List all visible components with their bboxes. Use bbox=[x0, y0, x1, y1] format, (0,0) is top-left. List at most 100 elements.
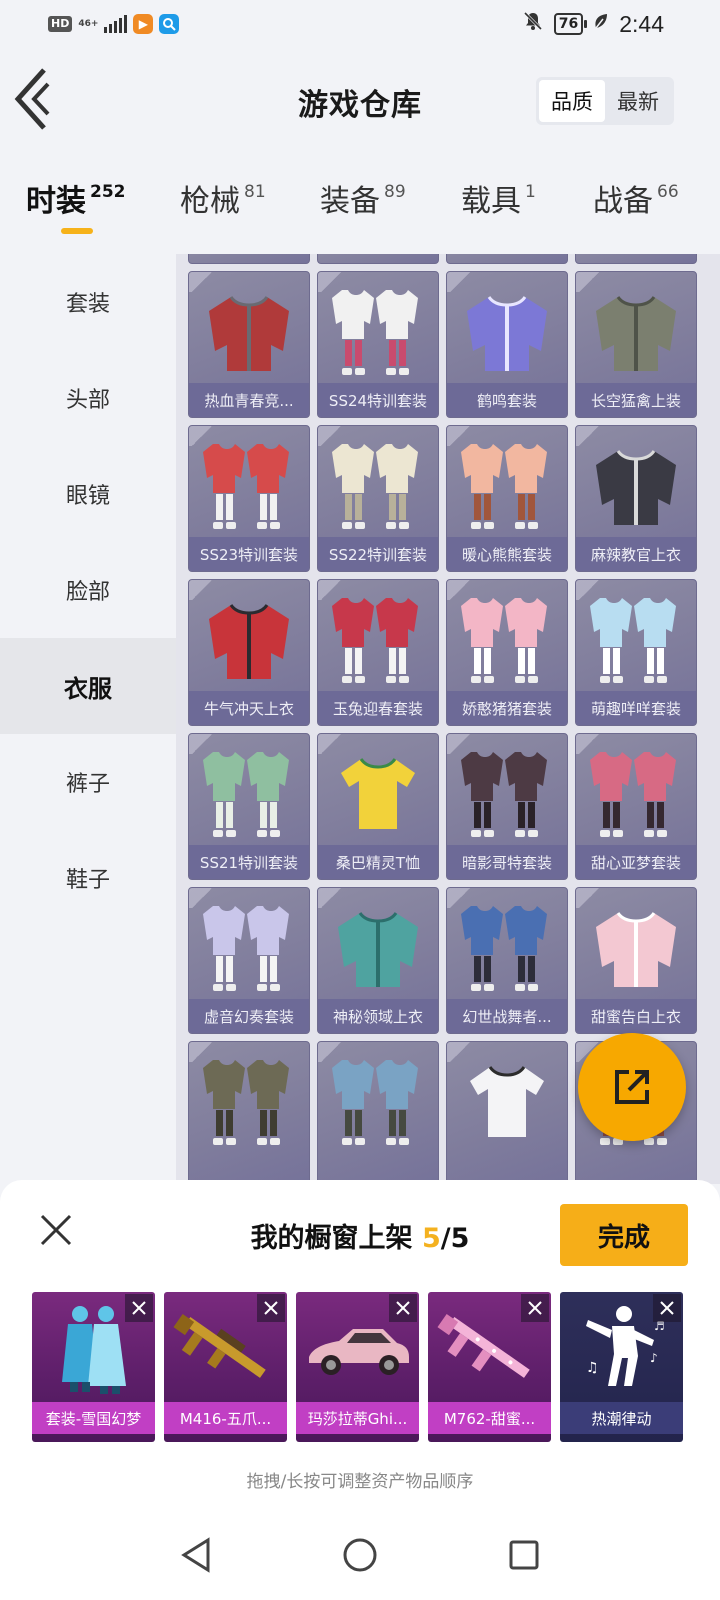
side-item-head[interactable]: 头部 bbox=[0, 350, 176, 446]
item-name: 幻世战舞者... bbox=[447, 999, 567, 1033]
clothing-image bbox=[576, 894, 696, 1002]
item-card-partial[interactable] bbox=[317, 254, 439, 264]
tab-guns[interactable]: 枪械 81 bbox=[180, 182, 266, 222]
showcase-item[interactable]: 套装-雪国幻梦 bbox=[32, 1292, 155, 1442]
clothing-image bbox=[447, 432, 567, 540]
clothing-image bbox=[189, 432, 309, 540]
clothing-image bbox=[447, 1048, 567, 1156]
item-card[interactable]: 暗影哥特套装 bbox=[446, 733, 568, 880]
item-card[interactable]: SS24特训套装 bbox=[317, 271, 439, 418]
item-name: 萌趣咩咩套装 bbox=[576, 691, 696, 725]
share-icon bbox=[615, 1070, 649, 1104]
item-name: SS23特训套装 bbox=[189, 537, 309, 571]
tab-count: 66 bbox=[657, 182, 679, 202]
share-button[interactable] bbox=[578, 1033, 686, 1141]
battery-indicator: 76 bbox=[553, 13, 588, 35]
side-item-glasses[interactable]: 眼镜 bbox=[0, 446, 176, 542]
showcase-item[interactable]: M416-五爪... bbox=[164, 1292, 287, 1442]
tab-supplies[interactable]: 战备 66 bbox=[593, 182, 679, 222]
item-card[interactable]: 甜心亚梦套装 bbox=[575, 733, 697, 880]
clothing-image bbox=[318, 432, 438, 540]
item-card[interactable]: 神秘领域上衣 bbox=[317, 887, 439, 1034]
close-icon bbox=[396, 1301, 410, 1315]
clothing-image bbox=[318, 1048, 438, 1156]
network-type: 46+ bbox=[78, 19, 99, 29]
item-card[interactable]: 娇憨猪猪套装 bbox=[446, 579, 568, 726]
item-card[interactable]: 幻世战舞者... bbox=[446, 887, 568, 1034]
item-card[interactable]: 热血青春竞... bbox=[188, 271, 310, 418]
item-card[interactable]: 麻辣教官上衣 bbox=[575, 425, 697, 572]
item-card[interactable] bbox=[446, 1041, 568, 1184]
showcase-item-label: M416-五爪... bbox=[164, 1402, 287, 1434]
clothing-image bbox=[447, 894, 567, 1002]
side-item-face[interactable]: 脸部 bbox=[0, 542, 176, 638]
item-card[interactable]: 桑巴精灵T恤 bbox=[317, 733, 439, 880]
panel-title-text: 我的橱窗上架 bbox=[250, 1223, 413, 1254]
item-card[interactable]: 牛气冲天上衣 bbox=[188, 579, 310, 726]
item-name: SS21特训套装 bbox=[189, 845, 309, 879]
status-right: 76 2:44 bbox=[522, 10, 664, 38]
clothing-image bbox=[189, 740, 309, 848]
side-item-suit[interactable]: 套装 bbox=[0, 254, 176, 350]
tab-count: 89 bbox=[384, 182, 406, 202]
showcase-item[interactable]: ♫ ♪ ♬ 热潮律动 bbox=[560, 1292, 683, 1442]
clothing-image bbox=[576, 278, 696, 386]
side-item-clothes[interactable]: 衣服 bbox=[0, 638, 176, 734]
item-card-partial[interactable] bbox=[188, 254, 310, 264]
showcase-item[interactable]: 玛莎拉蒂Ghi... bbox=[296, 1292, 419, 1442]
remove-item-button[interactable] bbox=[653, 1294, 681, 1322]
tab-count: 81 bbox=[244, 182, 266, 202]
tab-label: 载具 bbox=[461, 184, 521, 219]
side-item-pants[interactable]: 裤子 bbox=[0, 734, 176, 830]
done-button[interactable]: 完成 bbox=[560, 1204, 688, 1266]
item-card-partial[interactable] bbox=[575, 254, 697, 264]
side-item-shoes[interactable]: 鞋子 bbox=[0, 830, 176, 926]
item-name: 神秘领域上衣 bbox=[318, 999, 438, 1033]
item-card[interactable]: 暖心熊熊套装 bbox=[446, 425, 568, 572]
remove-item-button[interactable] bbox=[389, 1294, 417, 1322]
clothing-image bbox=[189, 278, 309, 386]
item-card-partial[interactable] bbox=[446, 254, 568, 264]
remove-item-button[interactable] bbox=[125, 1294, 153, 1322]
showcase-panel: 我的橱窗上架 5/5 完成 套装-雪国幻梦 M416-五爪... 玛莎拉蒂Ghi… bbox=[0, 1180, 720, 1510]
sort-quality-button[interactable]: 品质 bbox=[539, 80, 605, 122]
item-card[interactable] bbox=[188, 1041, 310, 1184]
status-left: HD 46+ ▶ bbox=[48, 14, 180, 34]
header: 游戏仓库 品质 最新 bbox=[0, 48, 720, 156]
item-card[interactable]: 萌趣咩咩套装 bbox=[575, 579, 697, 726]
clothing-image bbox=[189, 586, 309, 694]
item-card[interactable] bbox=[317, 1041, 439, 1184]
item-card[interactable]: 玉兔迎春套装 bbox=[317, 579, 439, 726]
item-card[interactable]: SS21特训套装 bbox=[188, 733, 310, 880]
item-card[interactable]: 甜蜜告白上衣 bbox=[575, 887, 697, 1034]
item-name: 娇憨猪猪套装 bbox=[447, 691, 567, 725]
item-card[interactable]: SS22特训套装 bbox=[317, 425, 439, 572]
item-card[interactable]: 鹤鸣套装 bbox=[446, 271, 568, 418]
search-app-icon bbox=[159, 14, 180, 34]
item-name: 甜蜜告白上衣 bbox=[576, 999, 696, 1033]
sort-latest-button[interactable]: 最新 bbox=[605, 80, 671, 122]
tab-label: 枪械 bbox=[180, 184, 240, 219]
remove-item-button[interactable] bbox=[257, 1294, 285, 1322]
square-recents-icon bbox=[509, 1540, 539, 1570]
clothing-image bbox=[318, 894, 438, 1002]
remove-item-button[interactable] bbox=[521, 1294, 549, 1322]
item-name: 鹤鸣套装 bbox=[447, 383, 567, 417]
video-app-icon: ▶ bbox=[133, 14, 154, 34]
clothing-image bbox=[447, 740, 567, 848]
item-card[interactable]: 长空猛禽上装 bbox=[575, 271, 697, 418]
nav-home-button[interactable] bbox=[338, 1533, 382, 1577]
item-card[interactable]: 虚音幻奏套装 bbox=[188, 887, 310, 1034]
leaf-icon bbox=[593, 12, 609, 37]
tab-vehicles[interactable]: 载具 1 bbox=[461, 182, 536, 222]
item-name: 玉兔迎春套装 bbox=[318, 691, 438, 725]
showcase-count-current: 5 bbox=[421, 1223, 441, 1254]
nav-back-button[interactable] bbox=[174, 1533, 218, 1577]
nav-recents-button[interactable] bbox=[502, 1533, 546, 1577]
clothing-image bbox=[189, 1048, 309, 1156]
tab-fashion[interactable]: 时装 252 bbox=[26, 182, 126, 222]
tab-equipment[interactable]: 装备 89 bbox=[320, 182, 406, 222]
active-tab-indicator bbox=[61, 228, 93, 234]
showcase-item[interactable]: M762-甜蜜... bbox=[428, 1292, 551, 1442]
item-card[interactable]: SS23特训套装 bbox=[188, 425, 310, 572]
